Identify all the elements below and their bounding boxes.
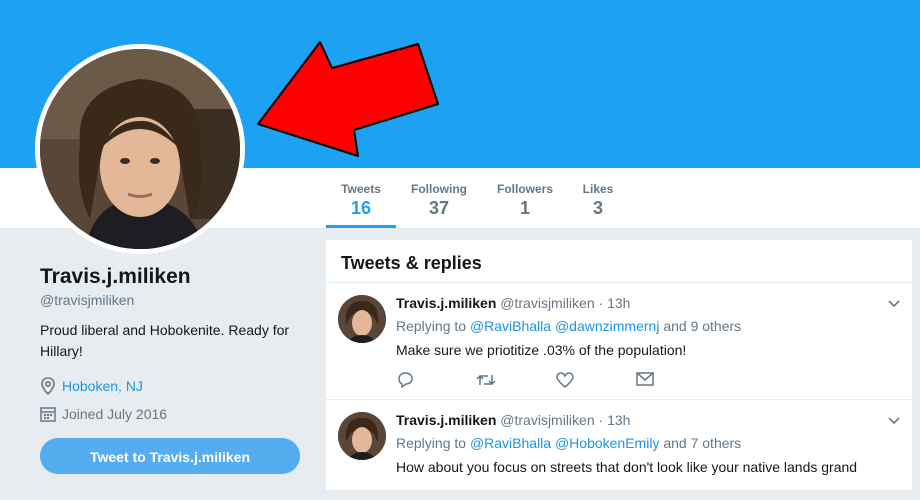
envelope-icon[interactable] xyxy=(636,372,716,388)
tweet-text: Make sure we priotitize .03% of the popu… xyxy=(396,342,687,358)
profile-name: Travis.j.miliken xyxy=(40,265,191,288)
others-count[interactable]: and 9 others xyxy=(663,318,741,334)
tweets-label: Tweets xyxy=(341,182,381,196)
tweet-time[interactable]: · 13h xyxy=(599,295,631,311)
tab-likes[interactable]: Likes 3 xyxy=(573,168,623,228)
tweet-replying-to: Replying to @RaviBhalla @HobokenEmily an… xyxy=(396,435,741,451)
calendar-icon xyxy=(40,406,58,422)
replying-prefix: Replying to xyxy=(396,318,467,334)
tweet-time[interactable]: · 13h xyxy=(599,412,631,428)
likes-count: 3 xyxy=(592,198,603,218)
tab-following[interactable]: Following 37 xyxy=(404,168,474,228)
timeline: Tweets & replies Travis.j.miliken @travi… xyxy=(326,240,912,490)
likes-label: Likes xyxy=(582,182,614,196)
red-arrow-annotation xyxy=(257,41,439,157)
tweet-actions xyxy=(396,372,716,388)
reply-icon[interactable] xyxy=(396,372,476,388)
profile-handle: @travisjmiliken xyxy=(40,292,135,308)
tweet-avatar[interactable] xyxy=(338,295,386,343)
tweet-item[interactable]: Travis.j.miliken @travisjmiliken · 13h R… xyxy=(326,400,912,500)
tweet-author-handle: @travisjmiliken xyxy=(500,295,595,311)
mention-link[interactable]: @RaviBhalla xyxy=(470,435,551,451)
chevron-down-icon[interactable] xyxy=(888,414,900,428)
tweet-item[interactable]: Travis.j.miliken @travisjmiliken · 13h R… xyxy=(326,283,912,400)
chevron-down-icon[interactable] xyxy=(888,297,900,311)
location-link[interactable]: Hoboken, NJ xyxy=(62,378,143,394)
profile-sidebar: Travis.j.miliken @travisjmiliken Proud l… xyxy=(40,265,310,424)
following-label: Following xyxy=(411,182,467,196)
tab-followers[interactable]: Followers 1 xyxy=(490,168,560,228)
tweet-header: Travis.j.miliken @travisjmiliken · 13h xyxy=(396,412,630,428)
joined-text: Joined July 2016 xyxy=(62,406,168,422)
others-count[interactable]: and 7 others xyxy=(663,435,741,451)
mention-link[interactable]: @dawnzimmernj xyxy=(555,318,659,334)
profile-joined: Joined July 2016 xyxy=(40,404,310,424)
location-pin-icon xyxy=(40,377,58,395)
following-count: 37 xyxy=(428,198,450,218)
timeline-title: Tweets & replies xyxy=(326,240,912,283)
tweet-author-handle: @travisjmiliken xyxy=(500,412,595,428)
profile-location: Hoboken, NJ xyxy=(40,376,310,396)
tweet-text: How about you focus on streets that don'… xyxy=(396,459,858,475)
mention-link[interactable]: @RaviBhalla xyxy=(470,318,551,334)
tab-tweets[interactable]: Tweets 16 xyxy=(326,168,396,228)
tweet-to-button[interactable]: Tweet to Travis.j.miliken xyxy=(40,438,300,474)
tweets-count: 16 xyxy=(350,198,372,218)
profile-bio: Proud liberal and Hobokenite. Ready for … xyxy=(40,322,290,359)
tweet-author-name[interactable]: Travis.j.miliken xyxy=(396,412,496,428)
followers-count: 1 xyxy=(519,198,530,218)
tweet-header: Travis.j.miliken @travisjmiliken · 13h xyxy=(396,295,630,311)
tweet-avatar[interactable] xyxy=(338,412,386,460)
profile-avatar[interactable] xyxy=(35,44,245,254)
heart-icon[interactable] xyxy=(556,372,636,388)
mention-link[interactable]: @HobokenEmily xyxy=(555,435,659,451)
followers-label: Followers xyxy=(496,182,553,196)
avatar-photo xyxy=(40,49,240,249)
tweet-replying-to: Replying to @RaviBhalla @dawnzimmernj an… xyxy=(396,318,741,334)
replying-prefix: Replying to xyxy=(396,435,467,451)
retweet-icon[interactable] xyxy=(476,372,556,388)
tweet-author-name[interactable]: Travis.j.miliken xyxy=(396,295,496,311)
